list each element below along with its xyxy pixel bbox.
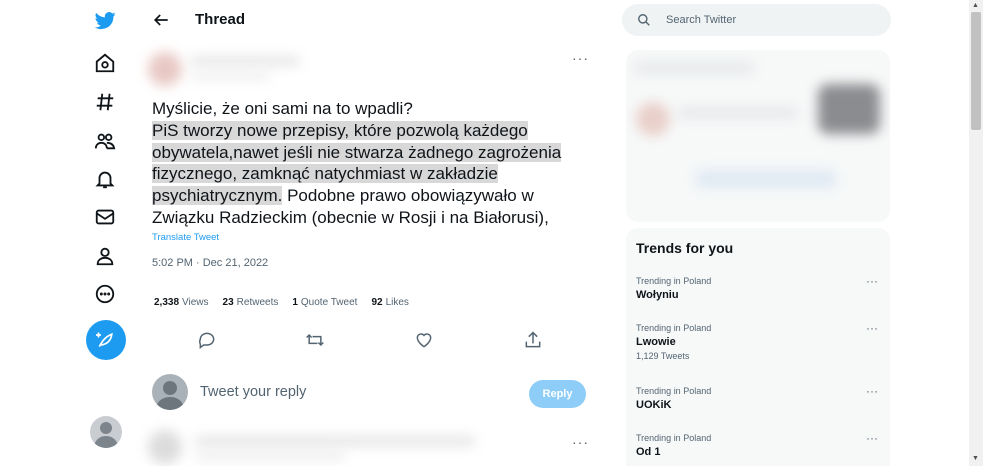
quotes-stat[interactable]: 1 Quote Tweet	[292, 297, 357, 308]
tweet-actions	[140, 330, 605, 354]
share-icon[interactable]	[523, 330, 543, 350]
trend-context: Trending in Poland	[636, 386, 712, 396]
trend-more-button[interactable]: ···	[866, 431, 878, 445]
page-title: Thread	[195, 11, 246, 28]
profile-icon[interactable]	[84, 239, 126, 273]
reply-avatar	[152, 374, 188, 410]
home-icon[interactable]	[84, 46, 126, 80]
trends-panel: Trends for you Trending in Poland Wołyni…	[626, 228, 890, 466]
more-circle-icon[interactable]	[84, 277, 126, 311]
compose-tweet-button[interactable]	[86, 320, 126, 360]
blurred-promo-card	[626, 50, 890, 222]
promo-title	[634, 62, 754, 74]
next-reply-text	[195, 452, 345, 460]
thread-column: Thread ··· Myślicie, że oni sami na to w…	[140, 0, 605, 466]
search-input[interactable]: Search Twitter	[666, 14, 736, 26]
tweet-text-line: Myślicie, że oni sami na to wpadli?	[152, 99, 413, 118]
trend-item[interactable]: Trending in Poland Lwowie 1,129 Tweets ·…	[636, 321, 886, 361]
like-heart-icon[interactable]	[414, 330, 434, 350]
scroll-down-arrow-icon[interactable]: ▼	[972, 455, 979, 462]
retweets-stat[interactable]: 23 Retweets	[223, 297, 279, 308]
communities-icon[interactable]	[84, 124, 126, 158]
trend-name: UOKiK	[636, 399, 672, 411]
trend-name: Od 1	[636, 446, 661, 458]
next-reply-avatar[interactable]	[148, 430, 182, 464]
reply-composer: Tweet your reply Reply	[152, 374, 597, 414]
trend-context: Trending in Poland	[636, 433, 712, 443]
next-reply-more-button[interactable]: ···	[572, 434, 589, 450]
reply-button[interactable]: Reply	[529, 380, 586, 408]
trend-item[interactable]: Trending in Poland Od 1 ···	[636, 431, 886, 458]
reply-icon[interactable]	[197, 330, 217, 350]
promo-name	[678, 108, 798, 118]
promo-image	[818, 84, 880, 134]
compose-icon	[96, 332, 113, 348]
twitter-logo-icon[interactable]	[84, 4, 126, 38]
trends-title: Trends for you	[636, 240, 734, 256]
explore-hash-icon[interactable]	[84, 85, 126, 119]
tweet-timestamp[interactable]: 5:02 PM · Dec 21, 2022	[152, 257, 268, 269]
trend-context: Trending in Poland	[636, 323, 712, 333]
left-nav	[70, 0, 140, 466]
trend-item[interactable]: Trending in Poland UOKiK ···	[636, 384, 886, 411]
promo-avatar	[636, 102, 670, 136]
translate-tweet-link[interactable]: Translate Tweet	[152, 232, 219, 243]
back-arrow-icon[interactable]	[151, 10, 171, 30]
right-sidebar: Search Twitter Trends for you Trending i…	[622, 0, 892, 466]
author-avatar[interactable]	[148, 52, 182, 86]
trend-more-button[interactable]: ···	[866, 384, 878, 398]
search-box[interactable]: Search Twitter	[622, 4, 891, 36]
trend-name: Wołyniu	[636, 289, 679, 301]
trend-more-button[interactable]: ···	[866, 321, 878, 335]
promo-link	[696, 170, 836, 188]
tweet-stats: 2,338 Views 23 Retweets 1 Quote Tweet 92 Lik…	[154, 297, 409, 308]
next-reply-author[interactable]	[195, 436, 475, 446]
trend-name: Lwowie	[636, 336, 676, 348]
scroll-up-arrow-icon[interactable]: ▲	[972, 2, 979, 9]
trend-more-button[interactable]: ···	[866, 274, 878, 288]
retweet-icon[interactable]	[305, 330, 325, 350]
tweet-text: Myślicie, że oni sami na to wpadli? PiS t…	[152, 98, 592, 229]
account-avatar[interactable]	[90, 416, 122, 448]
author-handle	[190, 72, 270, 80]
reply-input[interactable]: Tweet your reply	[200, 384, 306, 400]
scrollbar-thumb[interactable]	[971, 12, 981, 130]
thread-header: Thread	[140, 0, 605, 40]
messages-envelope-icon[interactable]	[84, 200, 126, 234]
tweet-more-button[interactable]: ···	[572, 50, 589, 66]
trend-tweet-count: 1,129 Tweets	[636, 351, 690, 361]
trend-item[interactable]: Trending in Poland Wołyniu ···	[636, 274, 886, 301]
page-scrollbar[interactable]: ▲ ▼	[969, 0, 983, 466]
search-icon	[638, 14, 650, 26]
views-stat: 2,338 Views	[154, 297, 209, 308]
likes-stat[interactable]: 92 Likes	[371, 297, 408, 308]
notifications-bell-icon[interactable]	[84, 162, 126, 196]
author-name[interactable]	[190, 56, 300, 66]
trend-context: Trending in Poland	[636, 276, 712, 286]
